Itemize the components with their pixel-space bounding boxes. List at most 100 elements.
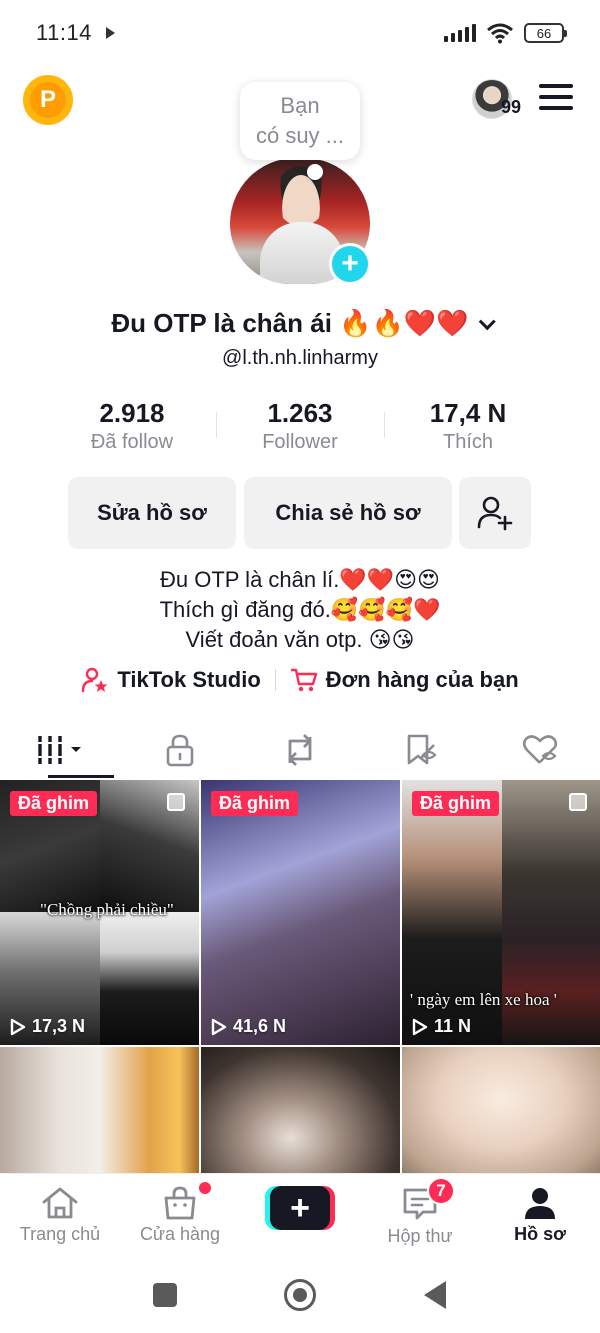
edit-profile-button[interactable]: Sửa hồ sơ xyxy=(68,477,236,549)
repost-icon xyxy=(288,734,312,766)
profile-icon xyxy=(525,1188,555,1219)
pinned-badge: Đã ghim xyxy=(412,791,500,816)
nav-home-label: Trang chủ xyxy=(19,1224,101,1244)
battery-level: 66 xyxy=(536,25,552,41)
profile-name-row[interactable]: Đu OTP là chân ái 🔥🔥❤️❤️ xyxy=(0,308,600,339)
signal-icon xyxy=(444,24,476,42)
video-caption: "Chồng phải chiều" xyxy=(40,900,174,919)
coin-icon[interactable]: P xyxy=(23,75,73,125)
nav-inbox-label: Hộp thư xyxy=(387,1226,453,1246)
nav-home[interactable]: Trang chủ xyxy=(0,1174,120,1255)
shop-bag-icon xyxy=(164,1186,196,1220)
link-divider xyxy=(274,669,276,691)
video-caption: ' ngày em lên xe hoa ' xyxy=(410,990,557,1009)
create-button[interactable]: + xyxy=(265,1186,335,1230)
stat-label: Đã follow xyxy=(90,431,174,453)
liked-icon xyxy=(522,735,558,764)
nav-profile-label: Hồ sơ xyxy=(514,1224,566,1244)
note-bubble[interactable]: Bạn có suy ... xyxy=(240,82,360,160)
stat-value: 2.918 xyxy=(99,398,165,428)
video-thumbnail[interactable]: Đã ghim 41,6 N xyxy=(201,780,400,1045)
tab-repost[interactable] xyxy=(240,722,360,778)
coin-letter: P xyxy=(30,82,66,118)
add-avatar-button[interactable]: + xyxy=(329,243,371,285)
view-count-value: 17,3 N xyxy=(32,1016,86,1036)
orders-link[interactable]: Đơn hàng của bạn xyxy=(290,666,519,694)
note-line-2: có suy ... xyxy=(255,123,345,148)
stat-followers[interactable]: 1.263 Follower xyxy=(216,398,384,460)
video-thumbnail[interactable]: Đã ghim "Chồng phải chiều" 17,3 N xyxy=(0,780,199,1045)
wifi-icon xyxy=(487,23,513,44)
multi-photo-icon xyxy=(167,793,185,811)
system-nav-bar xyxy=(0,1255,600,1333)
tab-videos[interactable] xyxy=(0,722,120,778)
share-profile-button[interactable]: Chia sẻ hồ sơ xyxy=(244,477,452,549)
studio-label: TikTok Studio xyxy=(117,667,261,692)
lock-icon xyxy=(166,734,194,767)
video-thumbnail[interactable] xyxy=(402,1047,600,1177)
add-user-icon xyxy=(477,496,513,531)
back-icon[interactable] xyxy=(424,1281,446,1309)
home-button-icon[interactable] xyxy=(284,1279,316,1311)
pinned-badge: Đã ghim xyxy=(10,791,98,816)
profile-bio: Đu OTP là chân lí.❤️❤️😍😍 Thích gì đăng đ… xyxy=(0,565,600,655)
stat-value: 1.263 xyxy=(267,398,333,428)
play-icon xyxy=(105,27,115,39)
stat-following[interactable]: 2.918 Đã follow xyxy=(48,398,216,460)
play-icon xyxy=(211,1018,227,1035)
studio-icon xyxy=(82,667,108,693)
tab-private[interactable] xyxy=(120,722,240,778)
nav-shop[interactable]: Cửa hàng xyxy=(120,1174,240,1255)
play-icon xyxy=(412,1018,428,1035)
nav-inbox[interactable]: Hộp thư xyxy=(360,1174,480,1255)
username: @l.th.nh.linharmy xyxy=(222,347,378,369)
add-friend-button[interactable] xyxy=(459,477,531,549)
note-line-1: Bạn xyxy=(280,93,320,118)
video-thumbnail[interactable]: Đã ghim ' ngày em lên xe hoa ' 11 N xyxy=(402,780,600,1045)
nav-create[interactable]: + xyxy=(240,1174,360,1255)
menu-icon[interactable] xyxy=(539,84,573,110)
orders-label: Đơn hàng của bạn xyxy=(325,667,519,692)
view-count: 11 N xyxy=(412,1016,471,1037)
content-tabs xyxy=(0,722,600,778)
battery-icon: 66 xyxy=(524,23,567,43)
stat-likes[interactable]: 17,4 N Thích xyxy=(384,398,552,460)
status-indicators: 66 xyxy=(444,22,567,44)
view-count-value: 41,6 N xyxy=(233,1016,287,1036)
status-bar: 11:14 66 xyxy=(0,0,600,66)
multi-photo-icon xyxy=(569,793,587,811)
bio-line-2: Thích gì đăng đó.🥰🥰🥰❤️ xyxy=(159,597,441,622)
cart-icon xyxy=(290,668,317,692)
home-icon xyxy=(42,1187,78,1219)
tab-favorites[interactable] xyxy=(360,722,480,778)
stat-label: Thích xyxy=(442,431,494,453)
bio-line-3: Viết đoản văn otp. 😘😘 xyxy=(185,627,415,652)
video-thumbnail[interactable] xyxy=(0,1047,199,1177)
bio-line-1: Đu OTP là chân lí.❤️❤️😍😍 xyxy=(160,567,440,592)
view-count: 17,3 N xyxy=(10,1016,85,1037)
view-count-value: 11 N xyxy=(434,1016,472,1036)
nav-shop-label: Cửa hàng xyxy=(139,1224,221,1244)
video-thumbnail[interactable] xyxy=(201,1047,400,1177)
video-grid: Đã ghim "Chồng phải chiều" 17,3 N Đã ghi… xyxy=(0,780,600,1177)
story-count: 99 xyxy=(501,97,522,117)
play-icon xyxy=(10,1018,26,1035)
shop-notification-dot xyxy=(199,1182,211,1194)
stat-label: Follower xyxy=(262,431,338,453)
chevron-down-icon[interactable] xyxy=(478,313,496,331)
note-bubble-tail xyxy=(307,164,323,180)
tiktok-studio-link[interactable]: TikTok Studio xyxy=(81,666,261,694)
videos-grid-icon xyxy=(36,736,81,764)
plus-icon: + xyxy=(270,1186,330,1230)
view-count: 41,6 N xyxy=(211,1016,286,1037)
recent-apps-icon[interactable] xyxy=(153,1283,177,1307)
stat-value: 17,4 N xyxy=(429,398,507,428)
nav-profile[interactable]: Hồ sơ xyxy=(480,1174,600,1255)
tab-liked[interactable] xyxy=(480,722,600,778)
pinned-badge: Đã ghim xyxy=(211,791,299,816)
inbox-badge: 7 xyxy=(427,1177,455,1205)
profile-stats: 2.918 Đã follow 1.263 Follower 17,4 N Th… xyxy=(48,398,552,460)
profile-links: TikTok Studio Đơn hàng của bạn xyxy=(0,666,600,694)
bottom-nav: Trang chủ Cửa hàng + Hộp thư Hồ sơ 7 xyxy=(0,1173,600,1255)
profile-name: Đu OTP là chân ái 🔥🔥❤️❤️ xyxy=(111,308,469,338)
